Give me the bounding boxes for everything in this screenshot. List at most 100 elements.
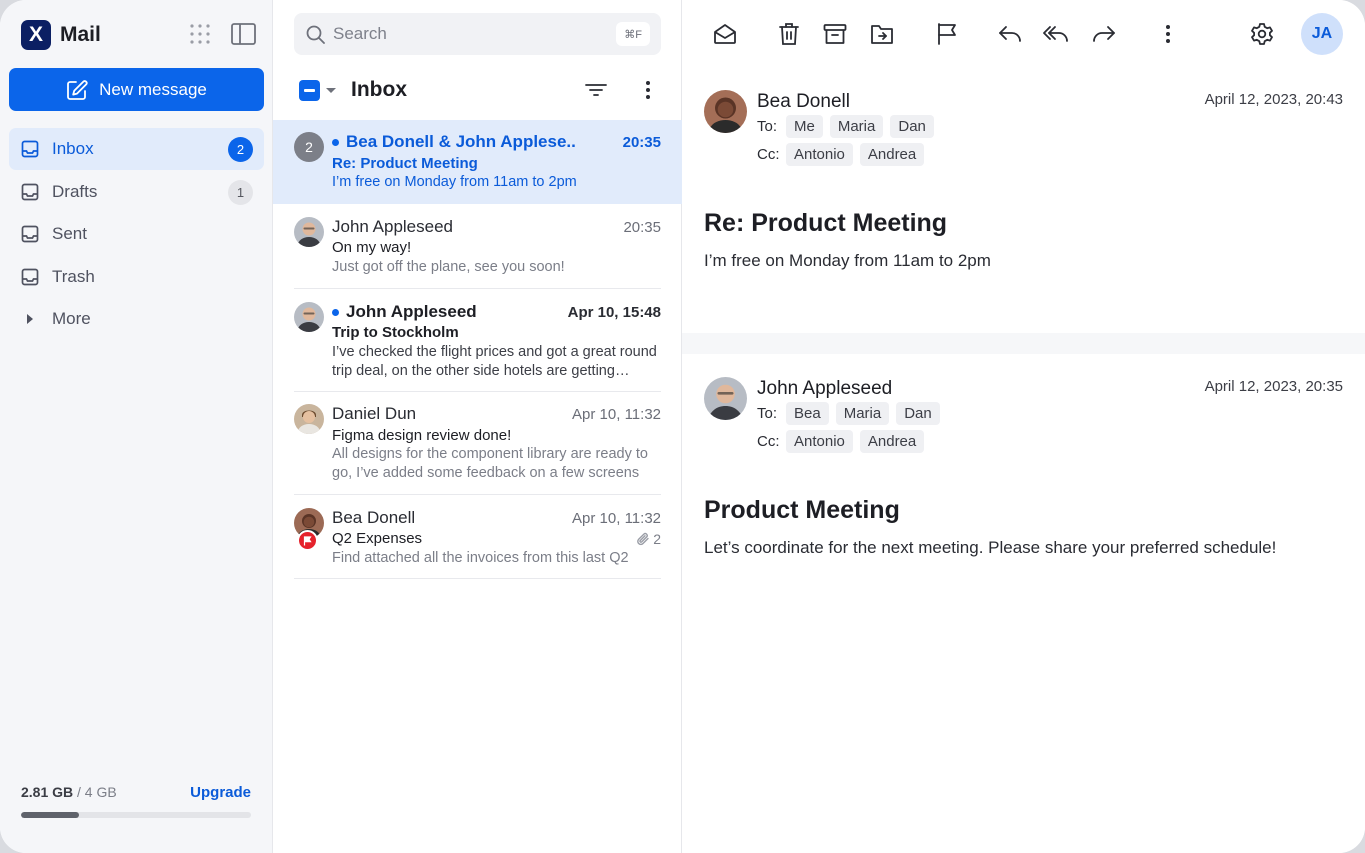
drafts-count-badge: 1 [228,179,253,205]
message-preview: All designs for the component library ar… [332,446,648,481]
user-avatar[interactable]: JA [1301,13,1343,55]
cc-recipients: Cc: Antonio Andrea [757,430,931,453]
avatar [294,217,324,247]
cc-label: Cc: [757,433,780,450]
drafts-icon [21,183,39,200]
move-to-folder-icon[interactable] [869,21,895,47]
storage-total: / 4 GB [73,784,117,800]
recipient-chip[interactable]: Me [786,115,823,138]
toggle-sidebar-icon[interactable] [231,23,256,45]
folder-title: Inbox [351,78,407,101]
flag-message-icon[interactable] [934,21,960,47]
delete-icon[interactable] [776,21,802,47]
sidebar: X Mail New message Inbox 2 Drafts 1 Sent… [0,0,273,853]
message-time: Apr 10, 11:32 [572,405,661,423]
message-time: 20:35 [622,133,661,151]
message-subject: Q2 Expenses [332,530,423,547]
sidebar-item-label: Sent [52,224,87,244]
search-shortcut-hint: ⌘F [616,22,650,46]
message-sender: Bea Donell & John Applese... [346,132,577,151]
to-label: To: [757,405,778,422]
sidebar-item-more[interactable]: More [9,298,264,340]
recipient-chip[interactable]: Maria [829,115,884,138]
recipient-chip[interactable]: Dan [890,115,934,138]
reading-pane: JA Bea Donell April 12, 2023, 20:43 To: … [682,0,1365,853]
message-time: 20:35 [623,218,661,236]
message-list-pane: ⌘F Inbox 2 Bea Donell & John Applese... … [273,0,682,853]
app-window: X Mail New message Inbox 2 Drafts 1 Sent… [0,0,1365,853]
archive-icon[interactable] [822,21,848,47]
sidebar-item-inbox[interactable]: Inbox 2 [9,128,264,170]
message-subject: Figma design review done! [332,427,512,444]
settings-gear-icon[interactable] [1249,21,1275,47]
attachment-indicator: 2 [636,531,661,547]
avatar [704,90,747,133]
cc-label: Cc: [757,146,780,163]
list-header: Inbox [299,76,664,104]
unread-count-badge: 2 [228,137,253,162]
reply-icon[interactable] [997,21,1023,47]
attachment-count: 2 [653,530,661,547]
recipient-chip[interactable]: Maria [835,402,890,425]
sidebar-item-label: More [52,309,91,329]
folder-nav: Inbox 2 Drafts 1 Sent Trash More [9,128,264,341]
forward-icon[interactable] [1091,21,1117,47]
thread-count-avatar: 2 [294,132,324,162]
reply-all-icon[interactable] [1043,21,1069,47]
upgrade-link[interactable]: Upgrade [190,784,251,801]
trash-folder-icon [21,268,39,286]
message-preview: I’m free on Monday from 11am to 2pm [332,174,577,190]
email-subject: Re: Product Meeting [704,209,948,237]
message-item[interactable]: 2 Bea Donell & John Applese... 20:35 Re:… [273,120,682,204]
new-message-label: New message [99,79,207,99]
message-more-options-icon[interactable] [1155,21,1181,47]
paperclip-icon [637,532,649,545]
new-message-button[interactable]: New message [9,68,264,111]
sidebar-item-sent[interactable]: Sent [9,213,264,255]
list-more-options-icon[interactable] [645,79,651,106]
app-name: Mail [60,23,101,46]
message-sender: John Appleseed [346,302,477,321]
message-item[interactable]: John Appleseed 20:35 On my way! Just got… [273,204,682,289]
message-item[interactable]: John Appleseed Apr 10, 15:48 Trip to Sto… [273,289,682,392]
caret-right-icon [27,314,33,325]
search-box[interactable]: ⌘F [294,13,661,55]
recipient-chip[interactable]: Dan [896,402,940,425]
brand: X Mail [21,20,101,50]
recipient-chip[interactable]: Andrea [859,143,925,166]
recipient-chip[interactable]: Andrea [859,430,925,453]
avatar [294,302,324,332]
sidebar-item-drafts[interactable]: Drafts 1 [9,171,264,213]
message-item[interactable]: Bea Donell Apr 10, 11:32 Q2 Expenses 2 F… [273,495,682,579]
email-subject: Product Meeting [704,496,900,524]
filter-icon[interactable] [584,80,608,105]
recipient-chip[interactable]: Antonio [786,430,853,453]
search-input[interactable] [333,24,593,44]
message-preview: Find attached all the invoices from this… [332,550,629,566]
apps-grid-icon[interactable] [189,23,211,45]
select-options-chevron-down-icon[interactable] [326,87,336,93]
avatar [294,404,324,434]
storage-indicator: 2.81 GB / 4 GB Upgrade [21,784,251,818]
select-all-checkbox[interactable] [299,79,320,101]
storage-used: 2.81 GB [21,784,74,800]
recipient-chip[interactable]: Bea [786,402,829,425]
email-sender: Bea Donell [757,91,850,112]
message-sender: Bea Donell [332,508,416,527]
sidebar-item-label: Inbox [52,139,94,158]
message-preview: I’ve checked the flight prices and got a… [332,344,657,379]
message-subject: Re: Product Meeting [332,155,478,172]
message-item[interactable]: Daniel Dun Apr 10, 11:32 Figma design re… [273,392,682,495]
sidebar-item-trash[interactable]: Trash [9,256,264,298]
unread-dot [332,308,339,316]
storage-progress-fill [21,812,79,818]
mark-read-icon[interactable] [712,21,738,47]
email-body: Let’s coordinate for the next meeting. P… [704,538,1277,557]
email-body: I’m free on Monday from 11am to 2pm [704,251,991,270]
avatar [704,377,747,420]
email-message: John Appleseed April 12, 2023, 20:35 To:… [682,377,1365,607]
recipient-chip[interactable]: Antonio [786,143,853,166]
to-label: To: [757,118,778,135]
email-date: April 12, 2023, 20:35 [1204,378,1343,395]
compose-icon [67,79,88,100]
